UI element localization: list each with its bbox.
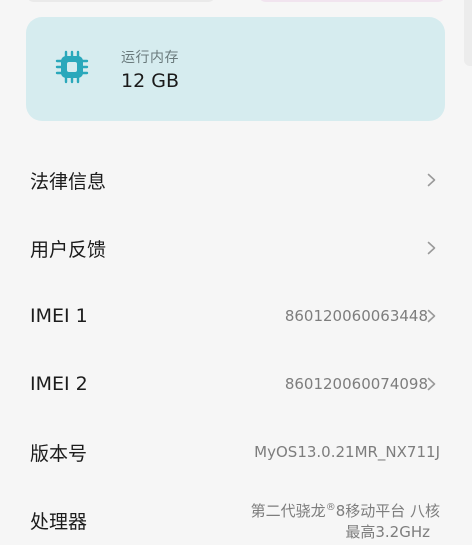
memory-label: 运行内存 [121, 50, 179, 66]
imei-2-value: 860120060074098 [284, 375, 428, 393]
row-imei-2[interactable]: IMEI 2 860120060074098 [0, 359, 472, 409]
row-user-feedback[interactable]: 用户反馈 [0, 223, 472, 273]
chip-icon [55, 50, 89, 84]
top-card-right[interactable] [258, 0, 446, 2]
memory-card[interactable]: 运行内存 12 GB [26, 17, 445, 121]
registered-mark: ® [325, 502, 336, 513]
imei-1-value: 860120060063448 [284, 307, 428, 325]
top-card-left[interactable] [26, 0, 216, 2]
row-label: 用户反馈 [30, 238, 107, 261]
row-label: 法律信息 [30, 170, 107, 193]
memory-value: 12 GB [121, 70, 179, 92]
edge-strip [464, 0, 472, 66]
chevron-right-icon [427, 241, 436, 255]
processor-value-line2: 最高3.2GHz [345, 523, 430, 541]
row-imei-1[interactable]: IMEI 1 860120060063448 [0, 291, 472, 341]
processor-value-prefix: 第二代骁龙 [250, 502, 326, 520]
row-legal-info[interactable]: 法律信息 [0, 155, 472, 205]
processor-value: 第二代骁龙®8移动平台 八核 [251, 498, 440, 521]
chevron-right-icon [427, 173, 436, 187]
chevron-right-icon [427, 309, 436, 323]
processor-value-suffix: 8移动平台 八核 [335, 502, 440, 520]
row-label: IMEI 1 [30, 305, 88, 327]
chevron-right-icon [427, 377, 436, 391]
row-label: 版本号 [30, 442, 88, 465]
row-label: IMEI 2 [30, 373, 88, 395]
version-value: MyOS13.0.21MR_NX711J [254, 443, 440, 461]
row-label: 处理器 [30, 510, 88, 533]
row-version[interactable]: 版本号 MyOS13.0.21MR_NX711J [0, 427, 472, 477]
